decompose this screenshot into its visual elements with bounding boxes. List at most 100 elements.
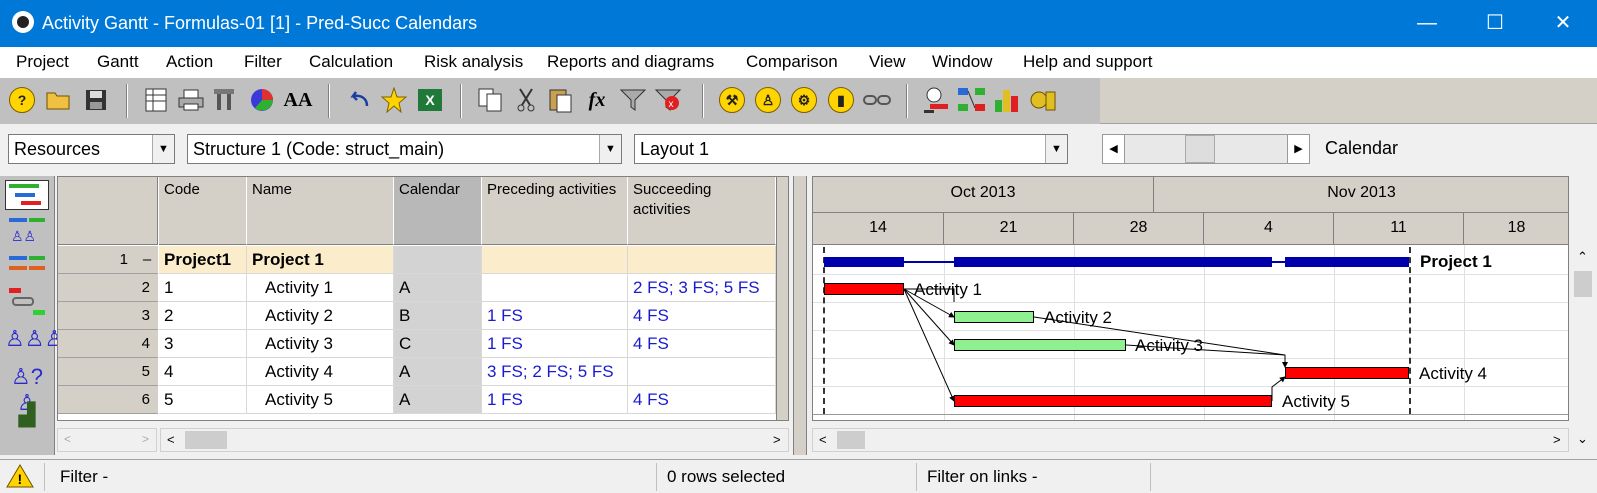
cell-preceding[interactable]: 1 FS <box>482 330 628 358</box>
save-icon[interactable] <box>81 85 111 115</box>
scroll-thumb[interactable] <box>1574 271 1592 297</box>
scroll-left-arrow[interactable]: < <box>167 432 175 447</box>
close-button[interactable]: ✕ <box>1529 0 1597 47</box>
cell-code[interactable]: 3 <box>159 330 247 358</box>
chevron-down-icon[interactable]: ▼ <box>599 135 621 163</box>
cell-calendar[interactable]: A <box>394 386 482 414</box>
cut-icon[interactable] <box>511 85 541 115</box>
cell-calendar[interactable]: B <box>394 302 482 330</box>
row-header-scrollbar[interactable]: < > <box>57 428 157 452</box>
scroll-thumb[interactable] <box>837 431 865 449</box>
clear-filter-icon[interactable]: x <box>653 85 683 115</box>
copy-icon[interactable] <box>476 85 506 115</box>
cell-name[interactable]: Activity 5 <box>247 386 394 414</box>
paste-icon[interactable] <box>546 85 576 115</box>
menu-action[interactable]: Action <box>166 52 213 72</box>
cell-code[interactable]: 2 <box>159 302 247 330</box>
cell-code[interactable]: 1 <box>159 274 247 302</box>
column-header-calendar[interactable]: Calendar <box>394 177 482 245</box>
minimize-button[interactable]: — <box>1393 0 1461 47</box>
row-number[interactable]: 4 <box>58 330 158 358</box>
chevron-down-icon[interactable]: ▼ <box>152 135 174 163</box>
slider-thumb[interactable] <box>1185 135 1215 163</box>
column-header-preceding[interactable]: Preceding activities <box>482 177 628 245</box>
cost-icon[interactable] <box>1028 85 1058 115</box>
filter-icon[interactable] <box>618 85 648 115</box>
link-bars-icon[interactable] <box>5 286 49 316</box>
open-folder-icon[interactable] <box>44 85 74 115</box>
scroll-up-arrow[interactable]: ⌃ <box>1577 249 1588 265</box>
pane-splitter[interactable] <box>793 176 807 455</box>
font-icon[interactable]: AA <box>283 85 313 115</box>
gantt-horizontal-scrollbar[interactable]: < > <box>812 428 1569 452</box>
menu-gantt[interactable]: Gantt <box>97 52 139 72</box>
resource-person-icon[interactable]: ♙ <box>753 85 783 115</box>
menu-comparison[interactable]: Comparison <box>746 52 838 72</box>
cell-succeeding[interactable] <box>628 358 776 386</box>
cell-succeeding[interactable]: 4 FS <box>628 330 776 358</box>
network-icon[interactable] <box>957 85 987 115</box>
resources-icon[interactable]: ♙♙♙ <box>5 326 64 356</box>
menu-risk-analysis[interactable]: Risk analysis <box>424 52 523 72</box>
cell-preceding[interactable]: 3 FS; 2 FS; 5 FS <box>482 358 628 386</box>
column-header-name[interactable]: Name <box>247 177 394 245</box>
resource-tool-icon[interactable]: ⚙ <box>789 85 819 115</box>
scroll-down-arrow[interactable]: ⌄ <box>1577 431 1588 447</box>
star-icon[interactable] <box>379 85 409 115</box>
cell-calendar[interactable]: C <box>394 330 482 358</box>
formula-icon[interactable]: fx <box>582 85 612 115</box>
histogram-icon[interactable] <box>992 85 1022 115</box>
menu-project[interactable]: Project <box>16 52 69 72</box>
scroll-right-arrow[interactable]: > <box>1553 432 1561 447</box>
warning-icon[interactable]: ! <box>6 464 34 488</box>
chevron-down-icon[interactable]: ▼ <box>1045 135 1067 163</box>
cell-succeeding[interactable] <box>628 246 776 274</box>
scroll-left-arrow[interactable]: < <box>819 432 827 447</box>
slider-left-arrow[interactable]: ◀ <box>1103 135 1125 163</box>
cell-name[interactable]: Activity 3 <box>247 330 394 358</box>
help-icon[interactable]: ? <box>7 85 37 115</box>
resource-run-icon[interactable]: ⚒ <box>717 85 747 115</box>
cell-name[interactable]: Activity 1 <box>247 274 394 302</box>
scroll-thumb[interactable] <box>185 431 227 449</box>
view-combo[interactable]: Resources ▼ <box>8 134 175 164</box>
row-number[interactable]: 3 <box>58 302 158 330</box>
calendar-slider[interactable]: ◀ ▶ <box>1102 134 1310 164</box>
cell-calendar[interactable] <box>394 246 482 274</box>
cell-preceding[interactable] <box>482 246 628 274</box>
cell-calendar[interactable]: A <box>394 358 482 386</box>
row-number[interactable]: 2 <box>58 274 158 302</box>
grid-horizontal-scrollbar[interactable]: < > <box>160 428 789 452</box>
row-number[interactable]: 5 <box>58 358 158 386</box>
pie-chart-icon[interactable] <box>247 85 277 115</box>
link-icon[interactable] <box>862 85 892 115</box>
column-header-succeeding[interactable]: Succeeding activities <box>628 177 776 245</box>
cell-preceding[interactable]: 1 FS <box>482 386 628 414</box>
row-number[interactable]: 6 <box>58 386 158 414</box>
maximize-button[interactable]: ☐ <box>1461 0 1529 47</box>
structure-view-icon[interactable] <box>5 180 49 210</box>
menu-calculation[interactable]: Calculation <box>309 52 393 72</box>
table-icon[interactable] <box>141 85 171 115</box>
column-header-code[interactable]: Code <box>159 177 247 245</box>
cell-preceding[interactable] <box>482 274 628 302</box>
tools-icon[interactable] <box>211 85 241 115</box>
cell-succeeding[interactable]: 2 FS; 3 FS; 5 FS <box>628 274 776 302</box>
menu-help[interactable]: Help and support <box>1023 52 1152 72</box>
menu-view[interactable]: View <box>869 52 906 72</box>
undo-icon[interactable] <box>344 85 374 115</box>
menu-filter[interactable]: Filter <box>244 52 282 72</box>
unknown-resources-icon[interactable]: ♙?♙ <box>5 364 49 415</box>
equipment-icon[interactable]: ▟ <box>5 402 49 432</box>
scroll-right-arrow[interactable]: > <box>773 432 781 447</box>
slider-right-arrow[interactable]: ▶ <box>1287 135 1309 163</box>
excel-icon[interactable]: X <box>415 85 445 115</box>
layout-combo[interactable]: Layout 1 ▼ <box>634 134 1068 164</box>
bars-icon[interactable] <box>5 252 49 282</box>
menu-reports[interactable]: Reports and diagrams <box>547 52 714 72</box>
collapse-toggle[interactable]: – <box>136 246 158 274</box>
cell-succeeding[interactable]: 4 FS <box>628 302 776 330</box>
cell-code[interactable]: 4 <box>159 358 247 386</box>
row-number[interactable]: 1 <box>58 246 136 274</box>
cell-succeeding[interactable]: 4 FS <box>628 386 776 414</box>
